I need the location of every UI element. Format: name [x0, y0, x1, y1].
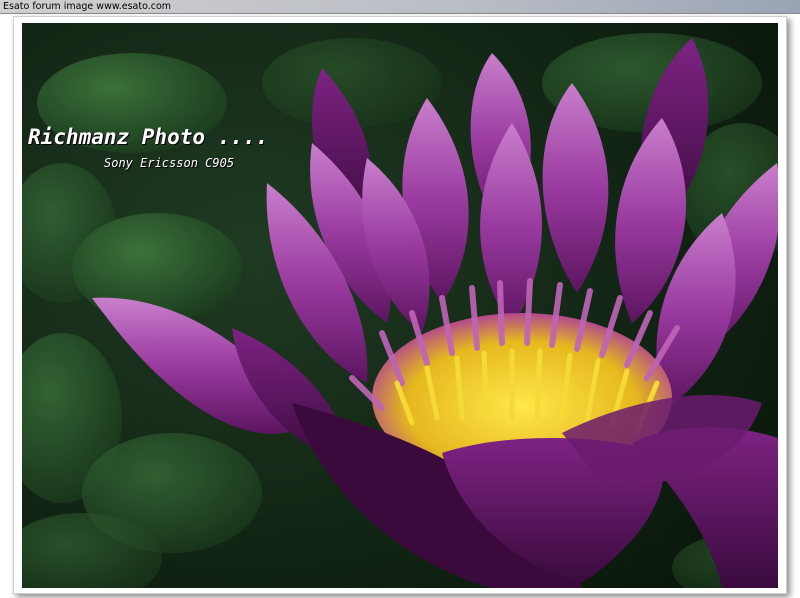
- camera-model-overlay: Sony Ericsson C905: [104, 156, 235, 170]
- banner-text: Esato forum image www.esato.com: [3, 1, 172, 12]
- esato-banner: Esato forum image www.esato.com: [0, 0, 800, 14]
- water-lily-photo: [22, 23, 778, 588]
- photo-title-overlay: Richmanz Photo ....: [28, 125, 269, 149]
